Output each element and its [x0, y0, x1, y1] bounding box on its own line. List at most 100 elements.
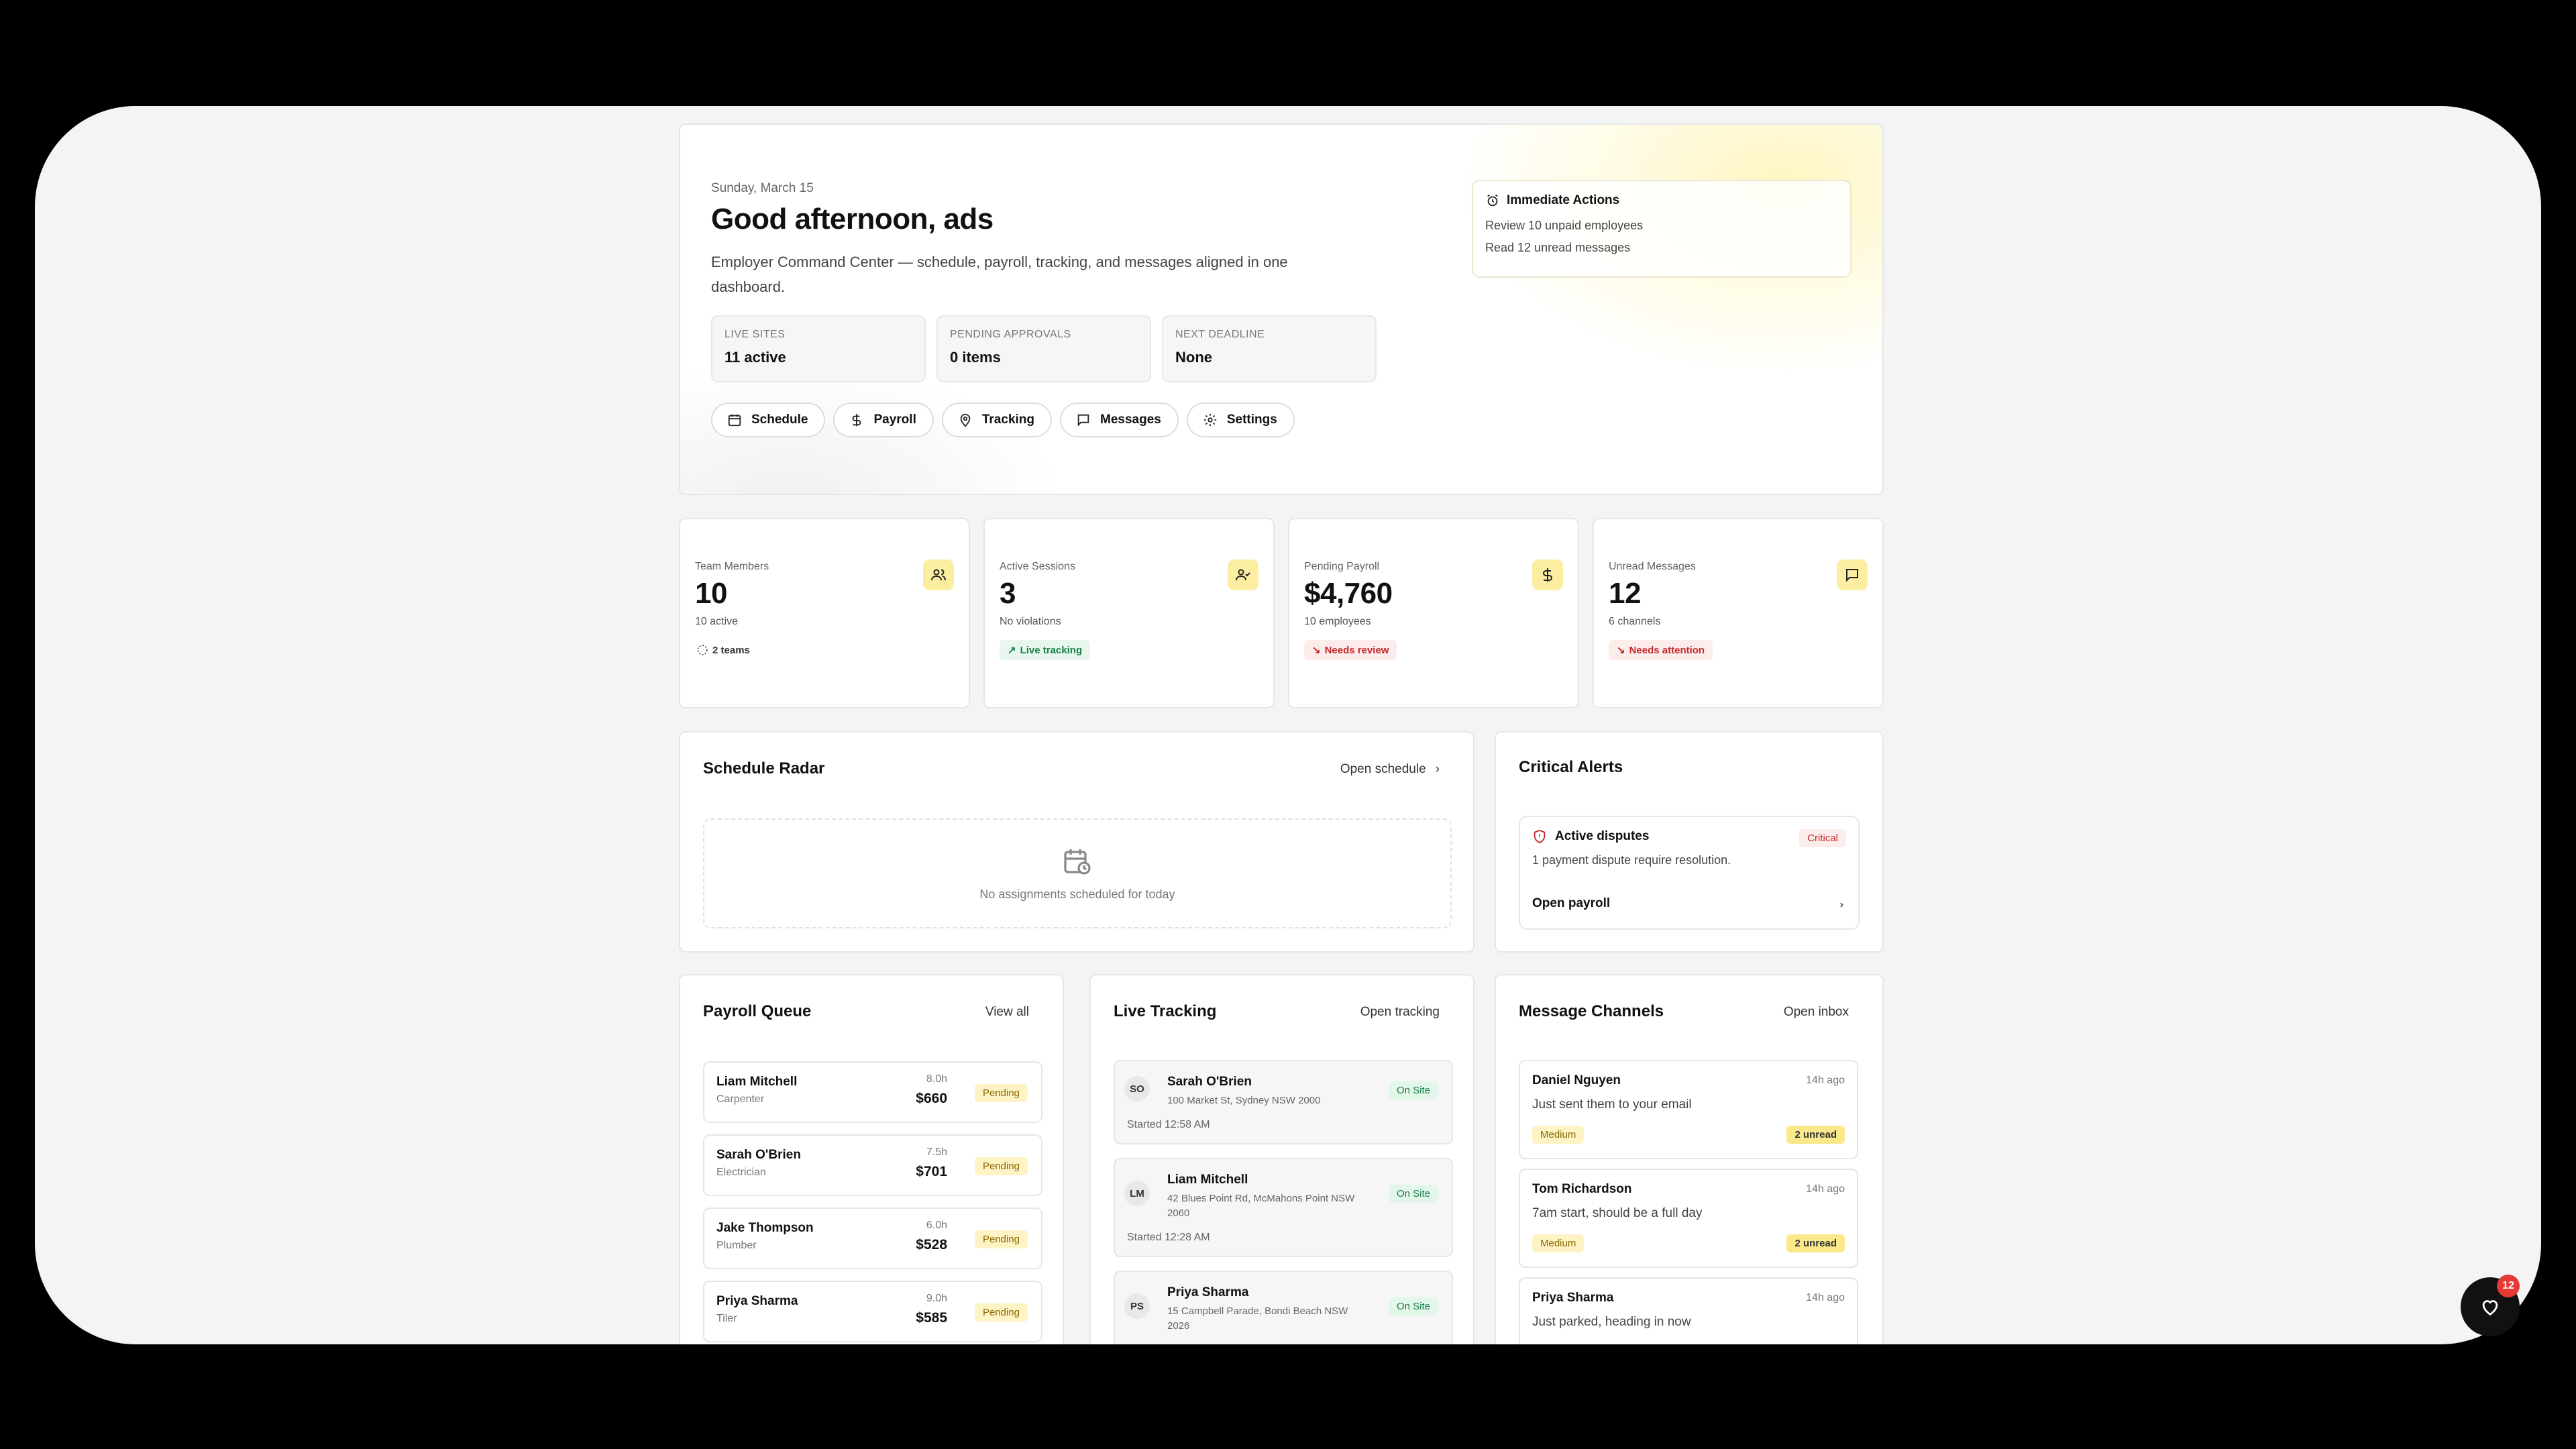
app-frame: Sunday, March 15 Good afternoon, ads Emp… [35, 106, 2541, 1344]
nav-label: Messages [1100, 413, 1161, 427]
stat-pending-approvals: PENDING APPROVALS 0 items [936, 315, 1151, 382]
payroll-row[interactable]: Jake Thompson Plumber 6.0h $528 Pending [703, 1208, 1042, 1269]
dashed-circle-icon [697, 645, 708, 655]
open-schedule-label: Open schedule [1340, 762, 1426, 776]
kpi-badge: ↘ Needs attention [1609, 640, 1713, 660]
payroll-row[interactable]: Priya Sharma Tiler 9.0h $585 Pending [703, 1281, 1042, 1342]
avatar: SO [1124, 1076, 1150, 1102]
avatar: LM [1124, 1181, 1150, 1206]
kpi-active-sessions[interactable]: Active Sessions 3 No violations ↗ Live t… [983, 518, 1275, 708]
message-channel-row[interactable]: Priya Sharma 14h ago Just parked, headin… [1519, 1277, 1858, 1344]
kpi-badge-text: 2 teams [712, 644, 750, 656]
kpi-value: 12 [1609, 577, 1641, 610]
kpi-label: Unread Messages [1609, 561, 1696, 572]
unread-badge: 2 unread [1786, 1126, 1845, 1144]
dollar-icon [853, 413, 861, 427]
gear-icon [1203, 413, 1217, 427]
message-channel-row[interactable]: Tom Richardson 14h ago 7am start, should… [1519, 1169, 1858, 1268]
schedule-radar-title: Schedule Radar [703, 759, 825, 777]
open-inbox-link[interactable]: Open inbox [1784, 1005, 1849, 1020]
hours: 6.0h [926, 1220, 947, 1231]
nav-label: Payroll [873, 413, 916, 427]
site-address: 42 Blues Point Rd, McMahons Point NSW 20… [1167, 1193, 1355, 1219]
chevron-right-icon: › [1435, 762, 1440, 776]
nav-label: Schedule [751, 413, 808, 427]
hours: 9.0h [926, 1293, 947, 1304]
started-time: Started 12:58 AM [1127, 1119, 1210, 1130]
live-tracking-card: Live Tracking Open tracking SO Sarah O'B… [1089, 974, 1474, 1344]
hours: 7.5h [926, 1146, 947, 1158]
payroll-row[interactable]: Sarah O'Brien Electrician 7.5h $701 Pend… [703, 1134, 1042, 1196]
severity-badge: Critical [1799, 829, 1846, 847]
immediate-actions-label: Immediate Actions [1507, 193, 1620, 207]
nav-tracking-button[interactable]: Tracking [941, 402, 1053, 437]
immediate-action-item[interactable]: Review 10 unpaid employees [1485, 219, 1838, 233]
kpi-label: Team Members [695, 561, 769, 572]
nav-label: Tracking [981, 413, 1035, 427]
kpi-label: Active Sessions [1000, 561, 1075, 572]
kpi-sub: 6 channels [1609, 616, 1661, 627]
kpi-badge-text: Needs attention [1629, 644, 1705, 656]
stat-label: NEXT DEADLINE [1175, 329, 1265, 340]
user-check-icon [1228, 559, 1258, 590]
kpi-team-members[interactable]: Team Members 10 10 active 2 teams [679, 518, 970, 708]
open-payroll-link[interactable]: Open payroll [1532, 896, 1610, 911]
amount: $701 [916, 1164, 947, 1179]
worker-name: Sarah O'Brien [1167, 1075, 1252, 1089]
nav-payroll-button[interactable]: Payroll [833, 402, 934, 437]
kpi-sub: No violations [1000, 616, 1061, 627]
contact-name: Daniel Nguyen [1532, 1073, 1621, 1087]
started-time: Started 12:28 AM [1127, 1232, 1210, 1243]
kpi-badge-text: Needs review [1324, 644, 1389, 656]
alert-item[interactable]: Active disputes Critical 1 payment dispu… [1519, 816, 1860, 930]
immediate-action-item[interactable]: Read 12 unread messages [1485, 241, 1838, 255]
nav-schedule-button[interactable]: Schedule [711, 402, 826, 437]
alarm-icon [1487, 194, 1498, 207]
tracking-row[interactable]: SO Sarah O'Brien 100 Market St, Sydney N… [1114, 1060, 1453, 1144]
status-badge: Pending [974, 1230, 1028, 1248]
avatar: PS [1124, 1293, 1150, 1319]
dashboard-content: Sunday, March 15 Good afternoon, ads Emp… [679, 106, 1884, 1344]
nav-messages-button[interactable]: Messages [1060, 402, 1179, 437]
amount: $528 [916, 1237, 947, 1252]
stat-next-deadline: NEXT DEADLINE None [1162, 315, 1377, 382]
kpi-label: Pending Payroll [1304, 561, 1380, 572]
message-preview: Just parked, heading in now [1532, 1315, 1691, 1329]
calendar-clock-icon [1064, 849, 1091, 875]
tracking-row[interactable]: LM Liam Mitchell 42 Blues Point Rd, McMa… [1114, 1158, 1453, 1257]
dollar-icon [1532, 559, 1563, 590]
status-badge: On Site [1388, 1081, 1438, 1099]
arrow-down-right-icon: ↘ [1312, 645, 1321, 656]
payroll-row[interactable]: Liam Mitchell Carpenter 8.0h $660 Pendin… [703, 1061, 1042, 1123]
kpi-unread-messages[interactable]: Unread Messages 12 6 channels ↘ Needs at… [1593, 518, 1884, 708]
kpi-pending-payroll[interactable]: Pending Payroll $4,760 10 employees ↘ Ne… [1288, 518, 1579, 708]
schedule-radar-card: Schedule Radar Open schedule › No assign… [679, 731, 1474, 953]
message-preview: Just sent them to your email [1532, 1097, 1692, 1112]
view-all-link[interactable]: View all [985, 1005, 1029, 1020]
status-badge: On Site [1388, 1297, 1438, 1316]
kpi-badge: ↗ Live tracking [1000, 640, 1091, 660]
message-channel-row[interactable]: Daniel Nguyen 14h ago Just sent them to … [1519, 1060, 1858, 1159]
critical-alerts-title: Critical Alerts [1519, 758, 1623, 776]
stat-value: 11 active [724, 349, 786, 366]
nav-label: Settings [1226, 413, 1277, 427]
open-schedule-link[interactable]: Open schedule › [1340, 762, 1440, 777]
status-badge: Pending [974, 1157, 1028, 1175]
kpi-value: 10 [695, 577, 727, 610]
open-tracking-link[interactable]: Open tracking [1360, 1005, 1440, 1020]
kpi-badge-text: Live tracking [1020, 644, 1083, 656]
site-address: 15 Campbell Parade, Bondi Beach NSW 2026 [1167, 1305, 1348, 1332]
payroll-queue-title: Payroll Queue [703, 1002, 812, 1020]
users-icon [923, 559, 954, 590]
worker-name: Liam Mitchell [1167, 1173, 1248, 1187]
live-tracking-title: Live Tracking [1114, 1002, 1217, 1020]
priority-badge: Medium [1532, 1234, 1585, 1252]
timestamp: 14h ago [1806, 1075, 1845, 1086]
tracking-row[interactable]: PS Priya Sharma 15 Campbell Parade, Bond… [1114, 1271, 1453, 1344]
stat-value: 0 items [950, 349, 1001, 366]
nav-settings-button[interactable]: Settings [1186, 402, 1295, 437]
alert-description: 1 payment dispute require resolution. [1532, 853, 1731, 867]
heart-icon [2482, 1300, 2498, 1316]
kpi-sub: 10 employees [1304, 616, 1371, 627]
status-badge: On Site [1388, 1185, 1438, 1203]
